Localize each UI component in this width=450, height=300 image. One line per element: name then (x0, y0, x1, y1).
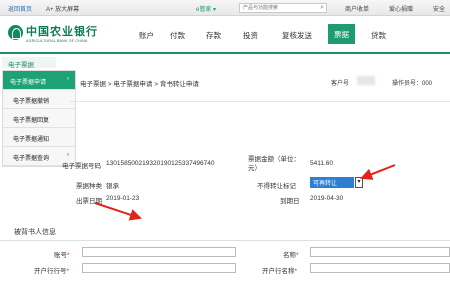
red-arrow-transfer-flag (360, 164, 396, 180)
red-arrow-endorsee-section (94, 202, 142, 221)
annotation-arrows (94, 164, 396, 221)
